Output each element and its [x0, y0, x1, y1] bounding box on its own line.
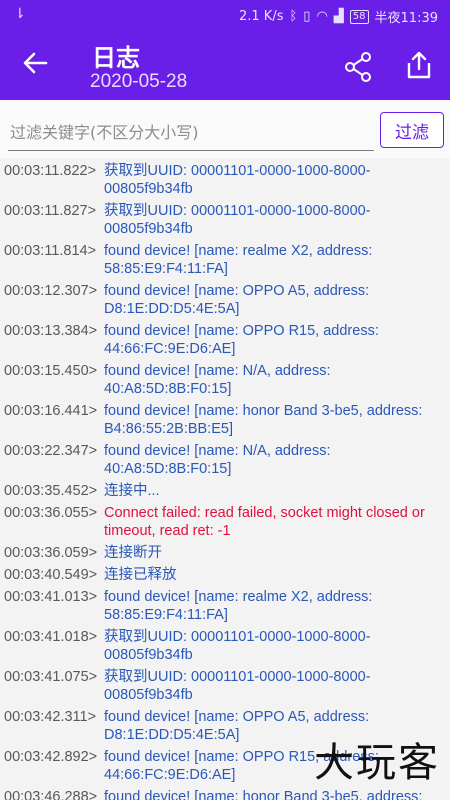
app-header: ⇂ 2.1 K/s ᛒ ▯ ◠ ▟ 58 半夜11:39 日志 2020-05-…: [0, 0, 450, 100]
wifi-icon: ◠: [316, 9, 328, 24]
log-message: 连接断开: [104, 545, 162, 561]
log-message: found device! [name: honor Band 3-be5, a…: [104, 789, 423, 800]
log-entry: 00:03:16.441> found device! [name: honor …: [4, 402, 446, 438]
log-entry: 00:03:36.055> Connect failed: read failed…: [4, 504, 446, 540]
log-timestamp: 00:03:13.384>: [4, 323, 98, 339]
log-entry: 00:03:41.013> found device! [name: realme…: [4, 588, 446, 624]
battery-indicator: 58: [349, 9, 369, 24]
share-icon[interactable]: [342, 50, 376, 84]
log-message: found device! [name: honor Band 3-be5, a…: [104, 403, 423, 437]
upload-icon[interactable]: [402, 48, 436, 82]
log-entry: 00:03:11.827> 获取到UUID: 00001101-0000-1000…: [4, 202, 446, 238]
log-entry: 00:03:22.347> found device! [name: N/A, a…: [4, 442, 446, 478]
network-speed: 2.1 K/s: [239, 9, 284, 24]
log-entry: 00:03:11.814> found device! [name: realme…: [4, 242, 446, 278]
log-message: found device! [name: OPPO R15, address: …: [104, 323, 379, 357]
log-timestamp: 00:03:15.450>: [4, 363, 98, 379]
log-timestamp: 00:03:46.288>: [4, 789, 98, 800]
log-timestamp: 00:03:35.452>: [4, 483, 98, 499]
toolbar: 日志 2020-05-28: [0, 30, 450, 100]
log-timestamp: 00:03:41.013>: [4, 589, 98, 605]
log-entry: 00:03:40.549> 连接已释放: [4, 566, 446, 584]
log-timestamp: 00:03:36.055>: [4, 505, 98, 521]
watermark-logo: 大玩客: [314, 740, 440, 786]
log-entry: 00:03:35.452> 连接中...: [4, 482, 446, 500]
filter-input[interactable]: [8, 114, 374, 151]
vibrate-icon: ▯: [303, 9, 311, 24]
status-bar: ⇂ 2.1 K/s ᛒ ▯ ◠ ▟ 58 半夜11:39: [0, 0, 450, 30]
log-timestamp: 00:03:11.827>: [4, 203, 97, 219]
log-timestamp: 00:03:41.075>: [4, 669, 98, 685]
usb-icon: ⇂: [14, 6, 26, 22]
log-message: 获取到UUID: 00001101-0000-1000-8000-00805f9…: [104, 203, 371, 237]
log-timestamp: 00:03:36.059>: [4, 545, 98, 561]
signal-icon: ▟: [333, 9, 344, 24]
filter-button[interactable]: 过滤: [380, 112, 444, 148]
log-timestamp: 00:03:11.822>: [4, 163, 97, 179]
bluetooth-icon: ᛒ: [289, 9, 298, 24]
filter-bar: 过滤: [0, 100, 450, 158]
page-title: 日志: [92, 44, 140, 72]
log-entry: 00:03:46.288> found device! [name: honor …: [4, 788, 446, 800]
log-message: found device! [name: N/A, address: 40:A8…: [104, 443, 331, 477]
log-timestamp: 00:03:42.892>: [4, 749, 98, 765]
log-entry: 00:03:12.307> found device! [name: OPPO A…: [4, 282, 446, 318]
log-message: 获取到UUID: 00001101-0000-1000-8000-00805f9…: [104, 669, 371, 703]
log-date: 2020-05-28: [90, 71, 188, 92]
log-message: 获取到UUID: 00001101-0000-1000-8000-00805f9…: [104, 629, 371, 663]
log-entry: 00:03:41.075> 获取到UUID: 00001101-0000-1000…: [4, 668, 446, 704]
log-entry: 00:03:41.018> 获取到UUID: 00001101-0000-1000…: [4, 628, 446, 664]
log-timestamp: 00:03:12.307>: [4, 283, 98, 299]
log-entry: 00:03:15.450> found device! [name: N/A, a…: [4, 362, 446, 398]
log-message: 连接已释放: [104, 567, 177, 583]
arrow-left-icon[interactable]: [20, 48, 50, 78]
log-message: found device! [name: realme X2, address:…: [104, 589, 373, 623]
log-timestamp: 00:03:42.311>: [4, 709, 97, 725]
log-entry: 00:03:13.384> found device! [name: OPPO R…: [4, 322, 446, 358]
log-timestamp: 00:03:16.441>: [4, 403, 98, 419]
log-message: 连接中...: [104, 483, 160, 499]
log-timestamp: 00:03:11.814>: [4, 243, 97, 259]
log-timestamp: 00:03:41.018>: [4, 629, 98, 645]
log-message: found device! [name: N/A, address: 40:A8…: [104, 363, 331, 397]
status-right: 2.1 K/s ᛒ ▯ ◠ ▟ 58 半夜11:39: [239, 7, 438, 26]
log-entry: 00:03:11.822> 获取到UUID: 00001101-0000-1000…: [4, 162, 446, 198]
log-message: found device! [name: OPPO A5, address: D…: [104, 283, 370, 317]
log-message: found device! [name: realme X2, address:…: [104, 243, 373, 277]
log-message-error: Connect failed: read failed, socket migh…: [104, 505, 425, 539]
log-timestamp: 00:03:22.347>: [4, 443, 98, 459]
log-entry: 00:03:36.059> 连接断开: [4, 544, 446, 562]
status-time: 半夜11:39: [374, 11, 438, 26]
log-timestamp: 00:03:40.549>: [4, 567, 98, 583]
log-message: 获取到UUID: 00001101-0000-1000-8000-00805f9…: [104, 163, 371, 197]
log-list[interactable]: 00:03:11.822> 获取到UUID: 00001101-0000-1000…: [4, 162, 446, 800]
